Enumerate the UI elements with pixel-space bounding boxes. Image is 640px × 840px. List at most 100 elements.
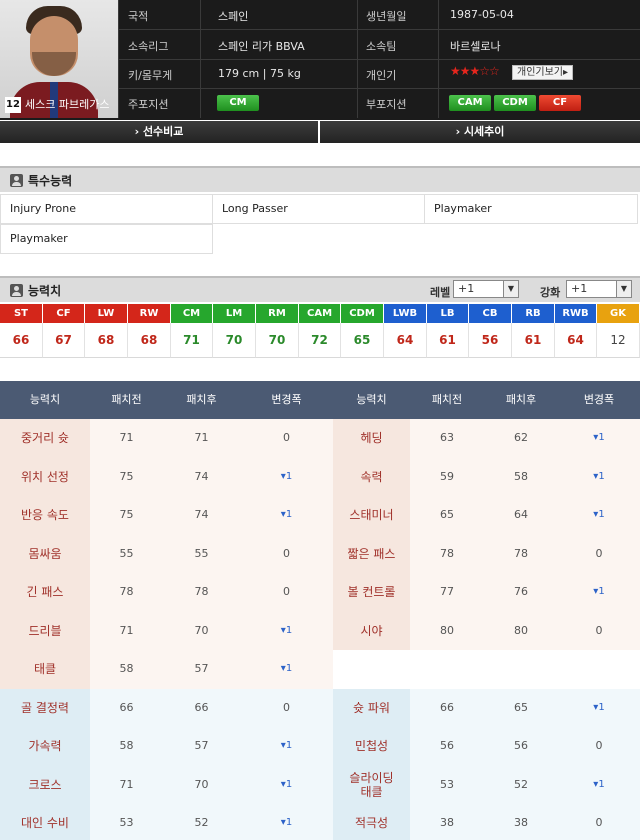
position-rating: 64 — [555, 323, 597, 358]
stat-cell: 헤딩 — [360, 431, 383, 445]
stat-cell: 78 — [194, 585, 209, 598]
team-label: 소속팀 — [366, 40, 397, 53]
stat-cell: 75 — [119, 470, 134, 483]
enhance-value: +1 — [571, 282, 588, 295]
stat-cell: 슬라이딩 태클 — [349, 771, 394, 799]
popularity-stars: ★★★☆☆ — [450, 64, 500, 78]
stat-cell: ▾1 — [593, 471, 605, 482]
level-label: 레벨 — [430, 286, 451, 299]
birth-value: 1987-05-04 — [450, 8, 514, 21]
stats-table-header: 능력치 패치전 패치후 변경폭 능력치 패치전 패치후 변경폭 — [0, 381, 640, 419]
stat-cell: 슛 파워 — [353, 701, 390, 715]
position-header: GK — [597, 304, 640, 323]
stat-cell: 적극성 — [354, 816, 389, 830]
stat-cell: 74 — [194, 508, 209, 521]
player-compare-button[interactable]: › 선수비교 — [0, 121, 318, 143]
position-header: RM — [256, 304, 299, 323]
league-label: 소속리그 — [128, 40, 169, 53]
stat-cell: ▾1 — [280, 817, 293, 828]
position-header: CAM — [299, 304, 341, 323]
stat-cell: 0 — [283, 585, 290, 598]
stat-cell: 52 — [514, 778, 528, 791]
nationality-label: 국적 — [128, 10, 149, 23]
stat-cell: 78 — [119, 585, 134, 598]
stat-cell: 짧은 패스 — [347, 547, 396, 561]
position-header: LB — [427, 304, 469, 323]
sub-position-badge: CAM — [449, 95, 491, 111]
stat-cell: ▾1 — [280, 779, 293, 790]
chevron-down-icon[interactable]: ▼ — [616, 281, 631, 297]
stat-cell: 드리블 — [28, 624, 62, 638]
enhance-label: 강화 — [540, 286, 561, 299]
stat-cell: 71 — [119, 624, 134, 637]
profile-icon — [10, 174, 23, 187]
stat-cell: 63 — [440, 431, 454, 444]
league-value: 스페인 리가 BBVA — [218, 40, 305, 53]
level-select[interactable]: +1 ▼ — [453, 280, 519, 298]
stat-cell: ▾1 — [593, 509, 605, 520]
stat-cell: 55 — [119, 547, 134, 560]
stat-cell: 대인 수비 — [21, 816, 69, 830]
stat-cell: 52 — [194, 816, 209, 829]
position-header: CB — [469, 304, 512, 323]
stat-cell: 반응 속도 — [21, 508, 69, 522]
position-rating: 12 — [597, 323, 640, 358]
stat-cell: 62 — [514, 431, 528, 444]
stat-cell: 53 — [440, 778, 454, 791]
traits-title: 특수능력 — [28, 174, 73, 188]
stat-cell: 70 — [194, 624, 209, 637]
stat-cell: 56 — [440, 739, 454, 752]
stats-column-header: 패치전 — [111, 393, 142, 406]
position-rating: 70 — [213, 323, 256, 358]
stat-cell: 57 — [194, 662, 209, 675]
body-label: 키/몸무게 — [128, 69, 173, 82]
stat-cell: 38 — [440, 816, 454, 829]
stat-cell: 77 — [440, 585, 454, 598]
position-header: LWB — [384, 304, 427, 323]
stat-cell: 시야 — [360, 624, 383, 638]
stat-cell: 55 — [194, 547, 209, 560]
stat-cell: 74 — [194, 470, 209, 483]
stat-cell: 58 — [514, 470, 528, 483]
stat-cell: ▾1 — [593, 702, 605, 713]
position-rating: 70 — [256, 323, 299, 358]
stat-cell: 0 — [283, 431, 290, 444]
position-rating: 71 — [171, 323, 213, 358]
player-name: 세스크 파브레가스 — [25, 98, 110, 111]
position-header: CDM — [341, 304, 384, 323]
stat-cell: 볼 컨트롤 — [347, 585, 396, 599]
main-position-label: 주포지션 — [128, 98, 169, 111]
stat-cell: 56 — [514, 739, 528, 752]
personal-skill-button[interactable]: 개인기보기▸ — [512, 65, 574, 80]
position-header: ST — [0, 304, 43, 323]
stat-cell: ▾1 — [280, 509, 293, 520]
position-rating: 61 — [512, 323, 555, 358]
position-rating: 72 — [299, 323, 341, 358]
profile-icon — [10, 284, 23, 297]
stat-cell: 태클 — [33, 662, 57, 676]
stat-cell: 0 — [595, 739, 603, 752]
stat-cell: 골 결정력 — [21, 701, 69, 715]
stat-cell: 66 — [194, 701, 209, 714]
price-trend-button[interactable]: › 시세추이 — [320, 121, 640, 143]
main-position-badge: CM — [217, 95, 259, 111]
position-header: CM — [171, 304, 213, 323]
stats-column-header: 능력치 — [29, 393, 61, 406]
stat-cell: 0 — [283, 547, 290, 560]
level-value: +1 — [458, 282, 475, 295]
chevron-down-icon[interactable]: ▼ — [503, 281, 518, 297]
stat-cell: 속력 — [360, 470, 383, 484]
stat-cell: 75 — [119, 508, 134, 521]
stat-cell: 위치 선정 — [21, 470, 69, 484]
stat-cell: 64 — [514, 508, 528, 521]
stats-column-header: 능력치 — [356, 393, 387, 406]
stat-cell: ▾1 — [280, 740, 293, 751]
stat-cell: 0 — [595, 816, 603, 829]
position-rating: 68 — [128, 323, 171, 358]
enhance-select[interactable]: +1 ▼ — [566, 280, 632, 298]
stat-cell: 긴 패스 — [26, 585, 64, 599]
stat-cell: 70 — [194, 778, 209, 791]
position-header: RB — [512, 304, 555, 323]
stats-column-header: 변경폭 — [583, 393, 615, 406]
stat-cell: ▾1 — [280, 471, 293, 482]
